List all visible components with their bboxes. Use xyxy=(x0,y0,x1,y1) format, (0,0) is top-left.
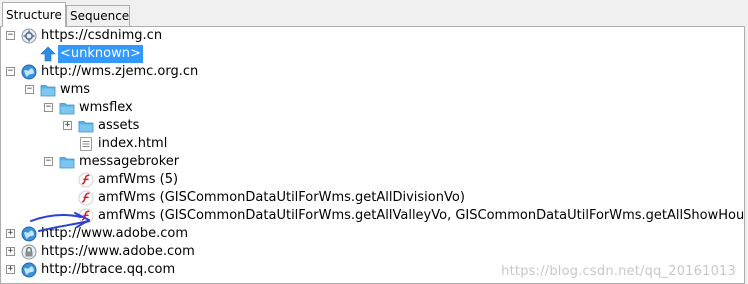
lock-globe-icon xyxy=(21,244,37,260)
tree-node-label: http://wms.zjemc.org.cn xyxy=(41,64,199,79)
tree-node[interactable]: amfWms (GISCommonDataUtilForWms.getAllDi… xyxy=(1,189,744,207)
structure-tree-panel: − https://csdnimg.cn <unknown> − http://wms.… xyxy=(0,26,745,284)
collapse-toggle-icon[interactable]: − xyxy=(25,85,34,94)
tree-node[interactable]: − http://wms.zjemc.org.cn xyxy=(1,63,744,81)
expand-toggle-icon[interactable]: + xyxy=(6,265,15,274)
collapse-toggle-icon[interactable]: − xyxy=(6,31,15,40)
tab-bar: Structure Sequence xyxy=(0,0,748,27)
tree-node-label: amfWms (GISCommonDataUtilForWms.getAllVa… xyxy=(98,208,745,223)
tree-node-label: amfWms (GISCommonDataUtilForWms.getAllDi… xyxy=(98,190,465,205)
flash-amf-icon xyxy=(78,172,94,188)
hand-drawn-arrow-annotation xyxy=(30,212,90,232)
folder-icon xyxy=(59,154,75,170)
tree-node-label: <unknown> xyxy=(58,45,143,63)
tree-node[interactable]: + https://www.adobe.com xyxy=(1,243,744,261)
tree-node-label: http://btrace.qq.com xyxy=(41,262,176,277)
tab-sequence[interactable]: Sequence xyxy=(66,5,130,26)
tab-structure[interactable]: Structure xyxy=(2,2,66,27)
tree-node-label: wmsflex xyxy=(79,100,133,115)
tree-node-label: assets xyxy=(98,118,140,133)
tree-node[interactable]: + http://www.adobe.com xyxy=(1,225,744,243)
collapse-toggle-icon[interactable]: − xyxy=(6,67,15,76)
tree-node[interactable]: amfWms (5) xyxy=(1,171,744,189)
tree-node-label: wms xyxy=(60,82,91,97)
expand-toggle-icon[interactable]: + xyxy=(6,229,15,238)
tree-node[interactable]: − https://csdnimg.cn xyxy=(1,27,744,45)
collapse-toggle-icon[interactable]: − xyxy=(44,103,53,112)
tree-node[interactable]: + assets xyxy=(1,117,744,135)
folder-icon xyxy=(59,100,75,116)
folder-icon xyxy=(40,82,56,98)
tree-node-label: amfWms (5) xyxy=(98,172,179,187)
gear-globe-icon xyxy=(21,28,37,44)
expand-toggle-icon[interactable]: + xyxy=(6,247,15,256)
expand-toggle-icon[interactable]: + xyxy=(63,121,72,130)
tree-node-label: messagebroker xyxy=(79,154,180,169)
document-icon xyxy=(78,136,94,152)
tree-node[interactable]: amfWms (GISCommonDataUtilForWms.getAllVa… xyxy=(1,207,745,225)
tree-node[interactable]: − messagebroker xyxy=(1,153,744,171)
globe-icon xyxy=(21,262,37,278)
tree-node-label: https://www.adobe.com xyxy=(41,244,195,259)
tree-node-label: index.html xyxy=(98,136,168,151)
tree-node-label: https://csdnimg.cn xyxy=(41,28,163,43)
collapse-toggle-icon[interactable]: − xyxy=(44,157,53,166)
folder-icon xyxy=(78,118,94,134)
tree-node[interactable]: <unknown> xyxy=(1,45,744,63)
tree-node[interactable]: index.html xyxy=(1,135,744,153)
globe-icon xyxy=(21,64,37,80)
tree-node[interactable]: − wms xyxy=(1,81,744,99)
up-arrow-icon xyxy=(40,46,56,62)
watermark: https://blog.csdn.net/qq_20161013 xyxy=(501,264,736,279)
flash-amf-icon xyxy=(78,190,94,206)
tree-node[interactable]: − wmsflex xyxy=(1,99,744,117)
